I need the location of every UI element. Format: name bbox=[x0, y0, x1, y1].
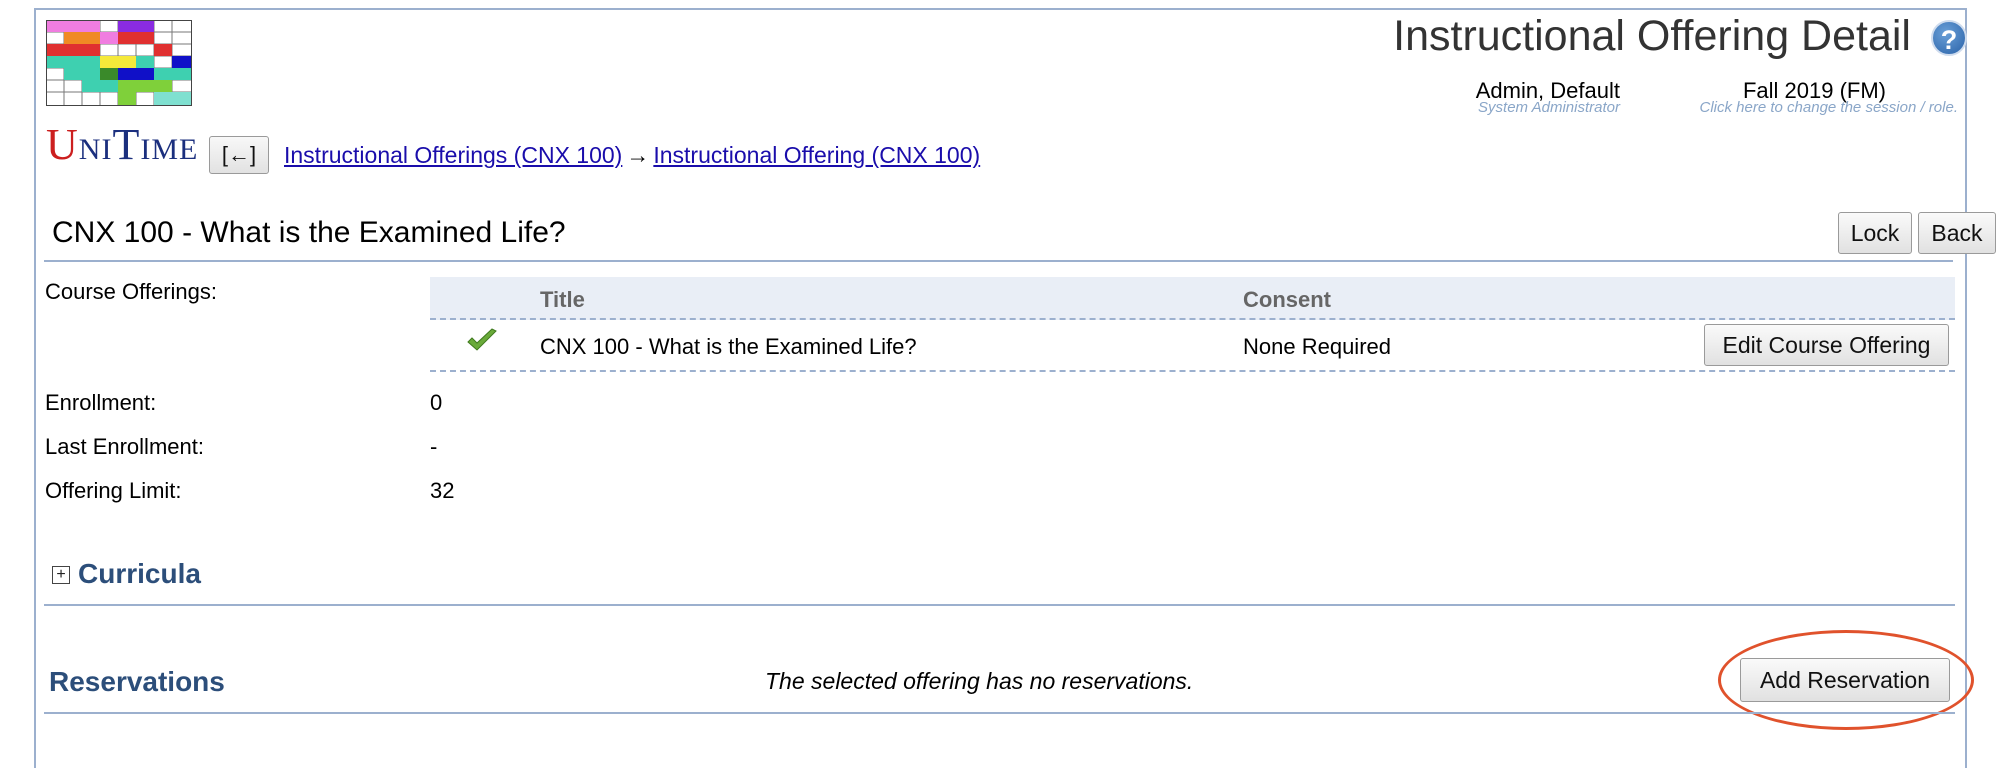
reservations-divider bbox=[44, 712, 1955, 714]
table-row[interactable]: CNX 100 - What is the Examined Life? Non… bbox=[430, 320, 1955, 372]
expand-curricula-icon[interactable]: + bbox=[52, 566, 70, 584]
nav-back-button[interactable]: [←] bbox=[209, 136, 269, 174]
help-icon[interactable]: ? bbox=[1931, 20, 1967, 56]
user-role: System Administrator bbox=[1478, 99, 1620, 116]
last-enrollment-value: - bbox=[430, 434, 438, 459]
column-header-title: Title bbox=[540, 287, 585, 312]
enrollment-label: Enrollment: bbox=[45, 390, 157, 415]
check-icon bbox=[467, 328, 497, 351]
offering-limit-label: Offering Limit: bbox=[45, 478, 182, 503]
enrollment-value: 0 bbox=[430, 390, 443, 415]
breadcrumb-link-offering[interactable]: Instructional Offering (CNX 100) bbox=[653, 142, 980, 168]
lock-button[interactable]: Lock bbox=[1838, 212, 1912, 254]
course-title-cell: CNX 100 - What is the Examined Life? bbox=[540, 334, 917, 359]
curricula-section-title[interactable]: Curricula bbox=[78, 558, 201, 590]
breadcrumb: Instructional Offerings (CNX 100) → Instru… bbox=[284, 142, 980, 169]
page-title: Instructional Offering Detail bbox=[1393, 12, 1911, 60]
column-header-consent: Consent bbox=[1243, 287, 1331, 312]
last-enrollment-label: Last Enrollment: bbox=[45, 434, 204, 459]
breadcrumb-separator: → bbox=[626, 142, 650, 168]
table-header: Title Consent bbox=[430, 276, 1955, 320]
consent-cell: None Required bbox=[1243, 334, 1391, 359]
logo-wordmark: UNITIME bbox=[46, 120, 199, 169]
page-frame bbox=[34, 8, 1967, 768]
user-info[interactable]: Admin, Default System Administrator bbox=[1440, 80, 1620, 116]
unitime-logo[interactable]: UNITIME bbox=[46, 20, 197, 169]
curricula-divider bbox=[44, 604, 1955, 606]
reservations-section-title: Reservations bbox=[49, 666, 225, 697]
add-reservation-button[interactable]: Add Reservation bbox=[1740, 658, 1950, 702]
back-button[interactable]: Back bbox=[1918, 212, 1996, 254]
course-offerings-label: Course Offerings: bbox=[45, 279, 218, 304]
logo-grid-icon bbox=[46, 20, 192, 106]
session-info[interactable]: Fall 2019 (FM) Click here to change the … bbox=[1620, 80, 1958, 116]
session-hint: Click here to change the session / role. bbox=[1699, 99, 1958, 116]
breadcrumb-link-offerings[interactable]: Instructional Offerings (CNX 100) bbox=[284, 142, 622, 168]
offering-limit-value: 32 bbox=[430, 478, 455, 503]
edit-course-offering-button[interactable]: Edit Course Offering bbox=[1704, 324, 1949, 366]
offering-header: CNX 100 - What is the Examined Life? Loc… bbox=[44, 212, 1996, 262]
no-reservations-message: The selected offering has no reservation… bbox=[765, 668, 1194, 694]
offering-title: CNX 100 - What is the Examined Life? bbox=[52, 216, 566, 249]
